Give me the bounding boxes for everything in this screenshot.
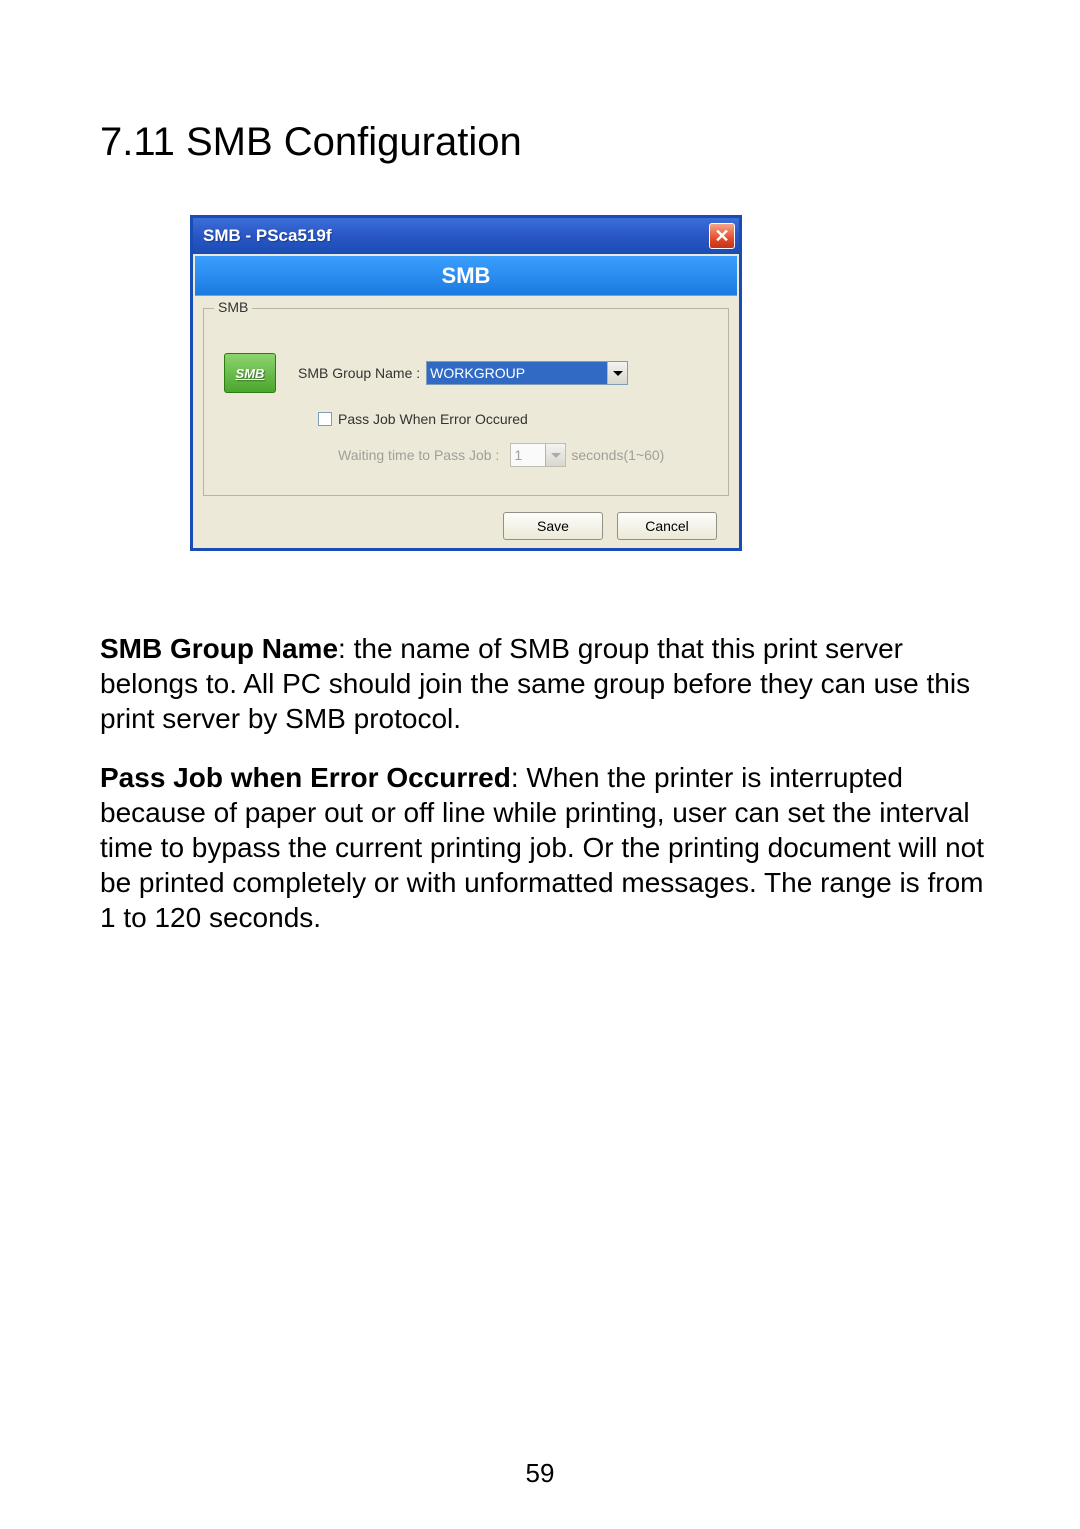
titlebar: SMB - PSca519f ✕ — [193, 218, 739, 254]
waiting-time-suffix: seconds(1~60) — [571, 447, 664, 463]
waiting-time-dropdown-button — [545, 444, 565, 466]
close-button[interactable]: ✕ — [709, 223, 735, 249]
save-button[interactable]: Save — [503, 512, 603, 540]
paragraph-pass-job: Pass Job when Error Occurred: When the p… — [100, 760, 990, 935]
section-heading: 7.11 SMB Configuration — [100, 120, 990, 165]
chevron-down-icon — [551, 453, 561, 458]
para2-bold: Pass Job when Error Occurred — [100, 762, 511, 793]
page-number: 59 — [0, 1458, 1080, 1489]
group-name-label: SMB Group Name : — [298, 365, 420, 381]
waiting-time-row: Waiting time to Pass Job : seconds(1~60) — [338, 443, 714, 467]
window-title: SMB - PSca519f — [203, 226, 332, 246]
waiting-time-input — [511, 444, 545, 466]
pass-job-row: Pass Job When Error Occured — [318, 411, 714, 427]
button-row: Save Cancel — [203, 512, 729, 540]
fieldset-legend: SMB — [214, 299, 252, 315]
waiting-time-label: Waiting time to Pass Job : — [338, 447, 499, 463]
dialog-banner: SMB — [195, 256, 737, 296]
group-name-dropdown-button[interactable] — [607, 362, 627, 384]
cancel-button[interactable]: Cancel — [617, 512, 717, 540]
paragraph-smb-group-name: SMB Group Name: the name of SMB group th… — [100, 631, 990, 736]
waiting-time-combobox — [510, 443, 566, 467]
smb-icon: SMB — [224, 353, 276, 393]
chevron-down-icon — [613, 371, 623, 376]
smb-fieldset: SMB SMB SMB Group Name : Pass — [203, 308, 729, 496]
pass-job-label: Pass Job When Error Occured — [338, 411, 528, 427]
dialog-screenshot: SMB - PSca519f ✕ SMB SMB SMB SMB Group N… — [190, 215, 990, 551]
group-name-combobox[interactable] — [426, 361, 628, 385]
pass-job-checkbox[interactable] — [318, 412, 332, 426]
close-icon: ✕ — [714, 227, 729, 245]
group-name-row: SMB Group Name : — [298, 361, 714, 385]
para1-bold: SMB Group Name — [100, 633, 338, 664]
group-name-input[interactable] — [427, 362, 607, 384]
smb-dialog: SMB - PSca519f ✕ SMB SMB SMB SMB Group N… — [190, 215, 742, 551]
